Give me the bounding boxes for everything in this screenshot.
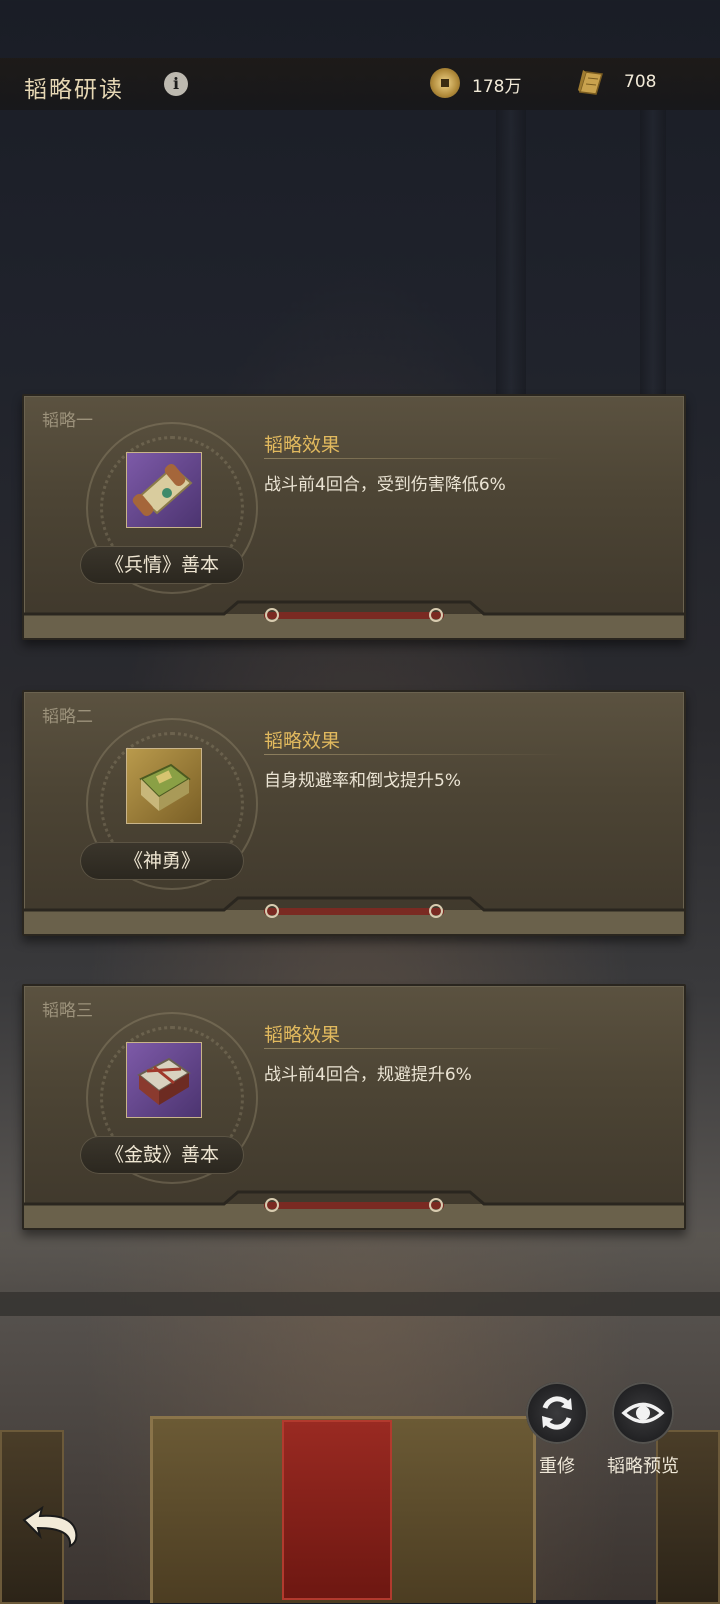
- card-slot-label: 韬略三: [42, 1001, 93, 1021]
- eye-icon: [621, 1402, 665, 1424]
- strategy-card-3[interactable]: 韬略三 《金鼓》善本 韬略效果 战斗前4回合，规避提升6%: [22, 984, 686, 1230]
- effect-title: 韬略效果: [264, 730, 341, 752]
- page-title: 韬略研读: [24, 77, 124, 103]
- rebuild-label: 重修: [539, 1456, 575, 1477]
- scroll-amount: 708: [624, 72, 657, 92]
- refresh-icon: [542, 1396, 572, 1430]
- card-bottom-trim: [24, 896, 684, 934]
- info-icon[interactable]: i: [164, 72, 188, 96]
- scroll-item-icon[interactable]: [126, 452, 202, 528]
- divider: [264, 754, 564, 755]
- card-bottom-trim: [24, 600, 684, 638]
- background-pillar: [496, 110, 526, 410]
- preview-button[interactable]: [612, 1382, 674, 1444]
- divider: [264, 458, 564, 459]
- background-shelf: [0, 1292, 720, 1316]
- card-slot-label: 韬略二: [42, 707, 93, 727]
- preview-label: 韬略预览: [607, 1456, 679, 1477]
- book-stack-icon[interactable]: [126, 748, 202, 824]
- effect-description: 战斗前4回合，受到伤害降低6%: [264, 475, 506, 495]
- scroll-icon: [578, 70, 603, 95]
- top-bar: 韬略研读 i 178万 708: [0, 58, 720, 110]
- strategy-card-1[interactable]: 韬略一 《兵情》善本 韬略效果 战斗前4回合，受到伤害降低6%: [22, 394, 686, 640]
- effect-title: 韬略效果: [264, 1024, 341, 1046]
- card-bottom-trim: [24, 1190, 684, 1228]
- background-pillar: [640, 110, 666, 410]
- item-name-pill[interactable]: 《兵情》善本: [80, 546, 244, 584]
- divider: [264, 1048, 564, 1049]
- effect-description: 战斗前4回合，规避提升6%: [264, 1065, 472, 1085]
- book-bundle-icon[interactable]: [126, 1042, 202, 1118]
- item-name-pill[interactable]: 《神勇》: [80, 842, 244, 880]
- rebuild-button[interactable]: [526, 1382, 588, 1444]
- back-arrow-icon[interactable]: [16, 1502, 86, 1548]
- effect-description: 自身规避率和倒戈提升5%: [264, 771, 461, 791]
- card-slot-label: 韬略一: [42, 411, 93, 431]
- background-book-cover: [282, 1420, 392, 1600]
- background-shelf: [0, 1232, 720, 1292]
- coin-icon: [430, 68, 460, 98]
- coin-amount: 178万: [472, 77, 522, 97]
- effect-title: 韬略效果: [264, 434, 341, 456]
- item-name-pill[interactable]: 《金鼓》善本: [80, 1136, 244, 1174]
- strategy-card-2[interactable]: 韬略二 《神勇》 韬略效果 自身规避率和倒戈提升5%: [22, 690, 686, 936]
